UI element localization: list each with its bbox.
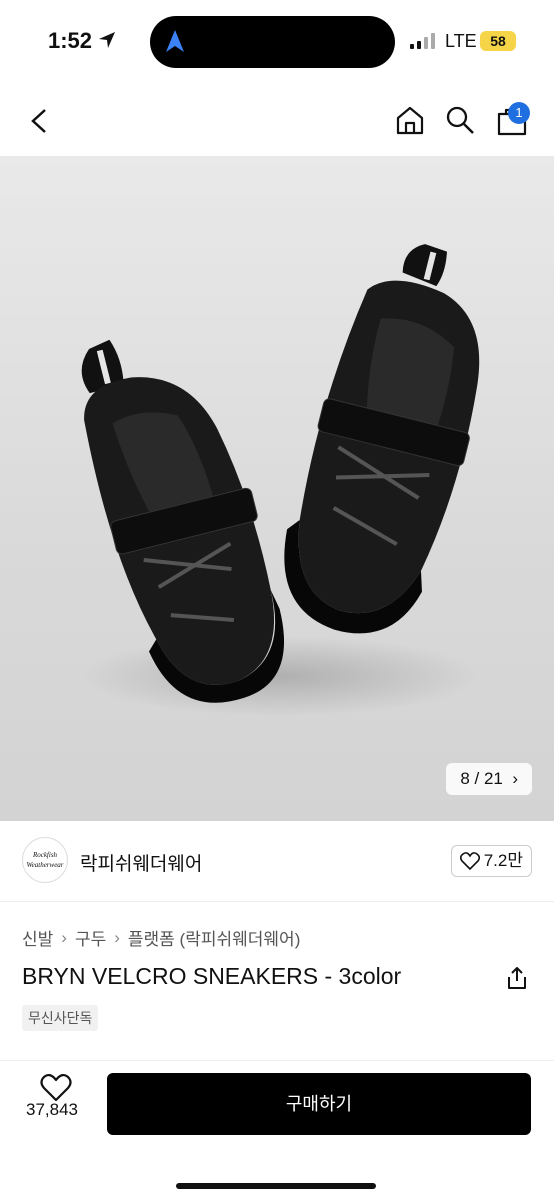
- heart-outline-icon: [459, 852, 480, 870]
- heart-outline-icon[interactable]: [40, 1074, 72, 1102]
- home-indicator: [176, 1183, 376, 1189]
- breadcrumb: 신발 › 구두 › 플랫폼 (락피쉬웨더웨어): [22, 925, 300, 950]
- search-icon[interactable]: [445, 105, 475, 135]
- buy-button[interactable]: 구매하기: [107, 1073, 531, 1135]
- back-icon[interactable]: [28, 107, 50, 135]
- breadcrumb-item[interactable]: 플랫폼 (락피쉬웨더웨어): [128, 925, 300, 950]
- brand-logo-text: Rockfish Weatherwear: [26, 851, 64, 869]
- chevron-right-icon: ›: [61, 927, 67, 947]
- image-counter-text: 8 / 21: [460, 769, 503, 788]
- brand-like-count: 7.2만: [483, 851, 523, 870]
- image-counter[interactable]: 8 / 21 ›: [446, 763, 532, 795]
- brand-like-button[interactable]: 7.2만: [450, 845, 532, 877]
- battery-indicator: 58: [480, 31, 516, 51]
- network-type: LTE: [445, 31, 477, 51]
- breadcrumb-item[interactable]: 신발: [22, 925, 53, 950]
- status-bar: 1:52 LTE 58: [0, 0, 554, 84]
- chevron-right-icon: ›: [114, 927, 120, 947]
- signal-icon: [410, 33, 435, 49]
- navigation-arrow-icon: [166, 30, 184, 52]
- cart-count-badge: 1: [508, 102, 530, 124]
- status-time: 1:52: [48, 28, 93, 53]
- chevron-right-icon: ›: [507, 769, 518, 788]
- share-icon[interactable]: [506, 966, 528, 990]
- product-image-gallery[interactable]: 8 / 21 ›: [0, 156, 554, 821]
- location-arrow-icon: [99, 32, 115, 48]
- home-icon[interactable]: [394, 104, 426, 136]
- dynamic-island: [150, 16, 395, 68]
- like-count: 37,843: [26, 1100, 78, 1119]
- brand-logo[interactable]: Rockfish Weatherwear: [22, 837, 68, 883]
- brand-name[interactable]: 락피쉬웨더웨어: [80, 849, 202, 876]
- breadcrumb-item[interactable]: 구두: [75, 925, 106, 950]
- product-shoe-image: [80, 244, 480, 716]
- exclusive-tag: 무신사단독: [22, 1005, 99, 1031]
- product-title: BRYN VELCRO SNEAKERS - 3color: [22, 963, 402, 989]
- brand-row[interactable]: Rockfish Weatherwear 락피쉬웨더웨어 7.2만: [0, 821, 554, 902]
